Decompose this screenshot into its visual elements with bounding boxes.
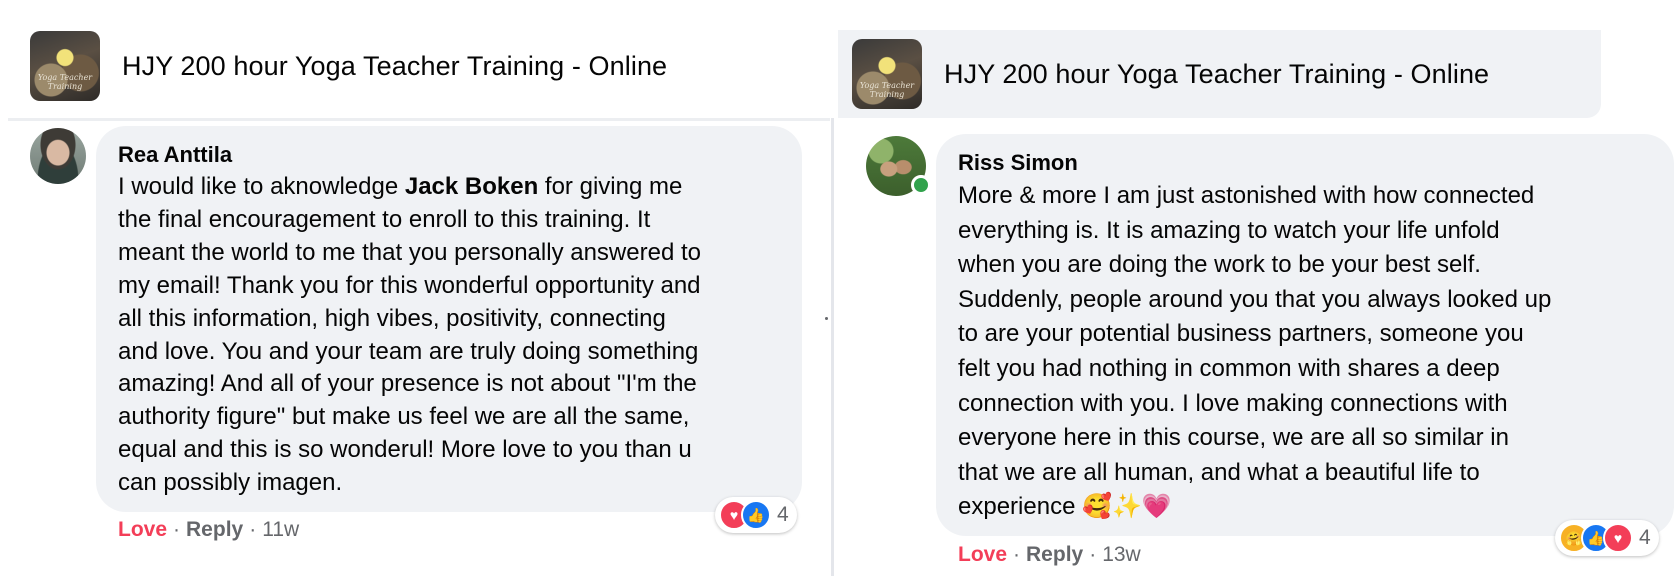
divider-dot <box>825 317 828 320</box>
love-reaction-button[interactable]: Love <box>118 518 167 541</box>
comment-line: I would like to aknowledge Jack Boken fo… <box>118 171 701 204</box>
comment-text: More & more I am just astonished with ho… <box>958 179 1551 525</box>
separator: · <box>173 518 181 541</box>
reply-button[interactable]: Reply <box>1026 543 1083 566</box>
reaction-count: 4 <box>777 503 789 526</box>
group-title[interactable]: HJY 200 hour Yoga Teacher Training - Onl… <box>122 51 667 82</box>
comment-line: felt you had nothing in common with shar… <box>958 354 1500 382</box>
online-status-indicator <box>911 175 931 195</box>
comment-line: the final encouragement to enroll to thi… <box>118 205 651 233</box>
comment-line: can possibly imagen. <box>118 469 343 497</box>
comment-line-text: I would like to aknowledge <box>118 173 405 200</box>
comment-line: Suddenly, people around you that you alw… <box>958 285 1552 313</box>
comment-line: all this information, high vibes, positi… <box>118 304 666 332</box>
group-header[interactable]: Yoga Teacher Training HJY 200 hour Yoga … <box>838 30 1601 118</box>
group-thumbnail-caption: Yoga Teacher Training <box>37 73 93 91</box>
comment-line: when you are doing the work to be your b… <box>958 251 1481 279</box>
reaction-summary[interactable]: 🤗 👍 ♥ 4 <box>1555 520 1659 556</box>
comment-line: meant the world to me that you personall… <box>118 238 701 266</box>
group-thumbnail-caption: Yoga Teacher Training <box>859 81 915 99</box>
like-icon: 👍 <box>741 500 771 530</box>
comment-actions: Love · Reply · 13w <box>958 543 1141 567</box>
group-thumbnail[interactable]: Yoga Teacher Training <box>30 31 100 101</box>
comment-text: I would like to aknowledge Jack Boken fo… <box>118 171 701 500</box>
reaction-count: 4 <box>1639 526 1651 549</box>
avatar[interactable] <box>30 128 86 184</box>
love-icon: ♥ <box>1603 523 1633 553</box>
left-screenshot: Yoga Teacher Training HJY 200 hour Yoga … <box>0 0 830 576</box>
comment-line-text: for giving me <box>538 173 683 200</box>
separator: · <box>1089 543 1097 566</box>
comment-line: everything is. It is amazing to watch yo… <box>958 216 1500 244</box>
comment-line: to are your potential business partners,… <box>958 320 1524 348</box>
comment-bubble: Rea Anttila I would like to aknowledge J… <box>96 126 802 512</box>
comment-line: equal and this is so wonderul! More love… <box>118 436 692 464</box>
separator: · <box>1013 543 1021 566</box>
comment-line: that we are all human, and what a beauti… <box>958 458 1480 486</box>
comment-author[interactable]: Riss Simon <box>958 150 1078 176</box>
comment-line: everyone here in this course, we are all… <box>958 424 1509 452</box>
comment-line: and love. You and your team are truly do… <box>118 337 699 365</box>
mentioned-person-link[interactable]: Jack Boken <box>405 173 538 200</box>
comment-age[interactable]: 13w <box>1102 543 1141 566</box>
group-thumbnail[interactable]: Yoga Teacher Training <box>852 39 922 109</box>
group-header[interactable]: Yoga Teacher Training HJY 200 hour Yoga … <box>8 14 830 121</box>
panel-divider <box>831 118 834 576</box>
right-screenshot: Yoga Teacher Training HJY 200 hour Yoga … <box>838 0 1676 576</box>
comment-line: More & more I am just astonished with ho… <box>958 182 1535 209</box>
reply-button[interactable]: Reply <box>186 518 243 541</box>
comment-line: experience 🥰✨💗 <box>958 493 1172 521</box>
comment-line: my email! Thank you for this wonderful o… <box>118 271 701 299</box>
comment-age[interactable]: 11w <box>262 518 299 541</box>
comment-line: amazing! And all of your presence is not… <box>118 370 697 398</box>
comment-line: connection with you. I love making conne… <box>958 389 1508 417</box>
comment-author[interactable]: Rea Anttila <box>118 142 232 168</box>
love-reaction-button[interactable]: Love <box>958 543 1007 566</box>
separator: · <box>249 518 257 541</box>
comment-bubble: Riss Simon More & more I am just astonis… <box>936 134 1674 536</box>
group-title[interactable]: HJY 200 hour Yoga Teacher Training - Onl… <box>944 59 1489 90</box>
comment-line: authority figure" but make us feel we ar… <box>118 403 690 431</box>
reaction-summary[interactable]: ♥ 👍 4 <box>715 497 797 533</box>
comment-actions: Love · Reply · 11w <box>118 518 299 542</box>
